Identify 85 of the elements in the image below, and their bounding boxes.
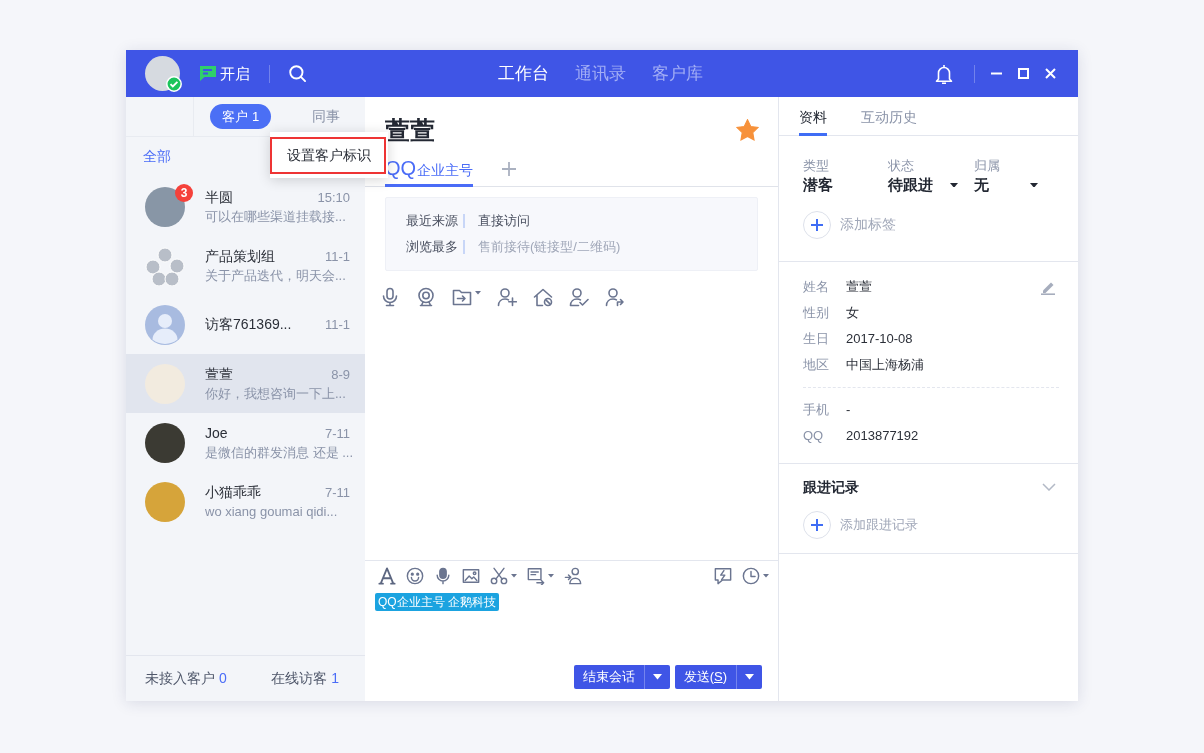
- status-dropdown[interactable]: 待跟进: [888, 174, 958, 196]
- field-label: 类型: [803, 158, 830, 174]
- info-label: 最近来源: [406, 212, 458, 230]
- nav-tab[interactable]: 工作台: [498, 61, 549, 86]
- field-value: 中国上海杨浦: [846, 356, 924, 374]
- contact-name: 萱萱: [205, 364, 233, 384]
- screen-arrow-icon[interactable]: [527, 567, 545, 585]
- field-label: 性别: [803, 304, 830, 322]
- field-label: 地区: [803, 356, 830, 374]
- caret-icon[interactable]: [1030, 182, 1038, 188]
- conversation-item[interactable]: 访客761369... 11-1: [126, 295, 365, 354]
- field-value: 2017-10-08: [846, 330, 913, 348]
- field-value: 女: [846, 304, 859, 322]
- star-icon[interactable]: [736, 119, 759, 141]
- contact-name: 半圆: [205, 187, 233, 207]
- clock-icon[interactable]: [742, 567, 760, 585]
- field-value: 萱萱: [846, 278, 872, 296]
- font-icon[interactable]: [378, 567, 396, 585]
- chat-title: 萱萱: [385, 115, 435, 145]
- footer-stat[interactable]: 在线访客 1: [271, 668, 339, 689]
- microphone-icon[interactable]: [434, 567, 452, 585]
- unread-count: 3: [175, 183, 193, 202]
- conversation-item[interactable]: 小猫乖乖 7-11 wo xiang goumai qidi...: [126, 472, 365, 531]
- profile-tab[interactable]: 资料: [799, 107, 827, 136]
- message-time: 7-11: [324, 483, 350, 502]
- dropdown-toggle-button[interactable]: [736, 665, 762, 689]
- channel-tag: QQ企业主号 企鹅科技: [375, 593, 499, 611]
- field-label: 姓名: [803, 278, 830, 296]
- profile-tab[interactable]: 互动历史: [861, 107, 917, 136]
- message-time: 11-1: [324, 247, 350, 266]
- conversation-item[interactable]: 3 半圆 15:10 可以在哪些渠道挂载接...: [126, 177, 365, 236]
- footer-stat[interactable]: 未接入客户 0: [145, 668, 227, 689]
- message-preview: 关于产品迭代，明天会...: [205, 266, 347, 285]
- field-value: 2013877192: [846, 427, 919, 445]
- message-time: 7-11: [324, 424, 350, 443]
- person-arrow-icon[interactable]: [564, 567, 582, 585]
- bell-icon[interactable]: [935, 63, 953, 84]
- menu-item[interactable]: 设置客户标识: [270, 137, 386, 174]
- conversation-item[interactable]: Joe 7-11 是微信的群发消息 还是 ...: [126, 413, 365, 472]
- end-session-button[interactable]: 结束会话: [573, 665, 644, 689]
- folder-arrow-icon[interactable]: [452, 287, 472, 307]
- message-time: 8-9: [331, 365, 350, 384]
- caret-icon[interactable]: [950, 182, 958, 188]
- send-button[interactable]: 发送(S): [674, 665, 736, 689]
- house-block-icon[interactable]: [533, 287, 553, 307]
- scissors-icon[interactable]: [490, 567, 508, 585]
- smiley-icon[interactable]: [406, 567, 424, 585]
- dropdown-toggle-button[interactable]: [643, 665, 670, 689]
- contact-name: 访客761369...: [205, 315, 292, 334]
- image-icon[interactable]: [462, 567, 480, 585]
- field-label: 归属: [974, 158, 1001, 174]
- conversation-item[interactable]: 产品策划组 11-1 关于产品迭代，明天会...: [126, 236, 365, 295]
- chat-bubble-icon: [200, 66, 216, 81]
- webcam-icon[interactable]: [416, 287, 436, 307]
- field-label: 手机: [803, 401, 830, 419]
- field-label: QQ: [803, 427, 825, 445]
- field-label: 生日: [803, 330, 830, 348]
- field-value: -: [846, 401, 851, 419]
- field-label: 状态: [888, 158, 915, 174]
- message-preview: 是微信的群发消息 还是 ...: [205, 443, 350, 462]
- section-title: 跟进记录: [803, 478, 859, 497]
- message-preview: wo xiang goumai qidi...: [205, 502, 339, 521]
- lightning-bubble-icon[interactable]: [714, 567, 732, 585]
- message-time: 15:10: [317, 188, 350, 207]
- user-plus-icon[interactable]: [497, 287, 517, 307]
- status-toggle-button[interactable]: 开启: [200, 63, 250, 84]
- user-check-icon[interactable]: [569, 287, 589, 307]
- info-label: 浏览最多: [406, 238, 458, 256]
- search-icon[interactable]: [289, 65, 306, 82]
- close-icon[interactable]: [1045, 68, 1056, 79]
- contact-name: 小猫乖乖: [205, 482, 261, 502]
- info-value: 直接访问: [478, 212, 530, 230]
- user-arrow-icon[interactable]: [605, 287, 625, 307]
- info-value: 售前接待(链接型/二维码): [478, 238, 621, 256]
- status-dropdown[interactable]: 无: [974, 174, 1038, 196]
- field-value: 潜客: [803, 175, 834, 195]
- contact-name: 产品策划组: [205, 246, 275, 266]
- sidebar-tab[interactable]: 客户 1: [210, 104, 272, 129]
- sidebar-tab[interactable]: 同事: [312, 104, 341, 129]
- microphone-icon[interactable]: [380, 287, 400, 307]
- contact-name: Joe: [205, 423, 228, 443]
- filter-option[interactable]: 全部: [143, 147, 171, 167]
- message-time: 11-1: [324, 316, 350, 334]
- message-preview: 可以在哪些渠道挂载接...: [205, 207, 347, 226]
- maximize-icon[interactable]: [1018, 68, 1029, 79]
